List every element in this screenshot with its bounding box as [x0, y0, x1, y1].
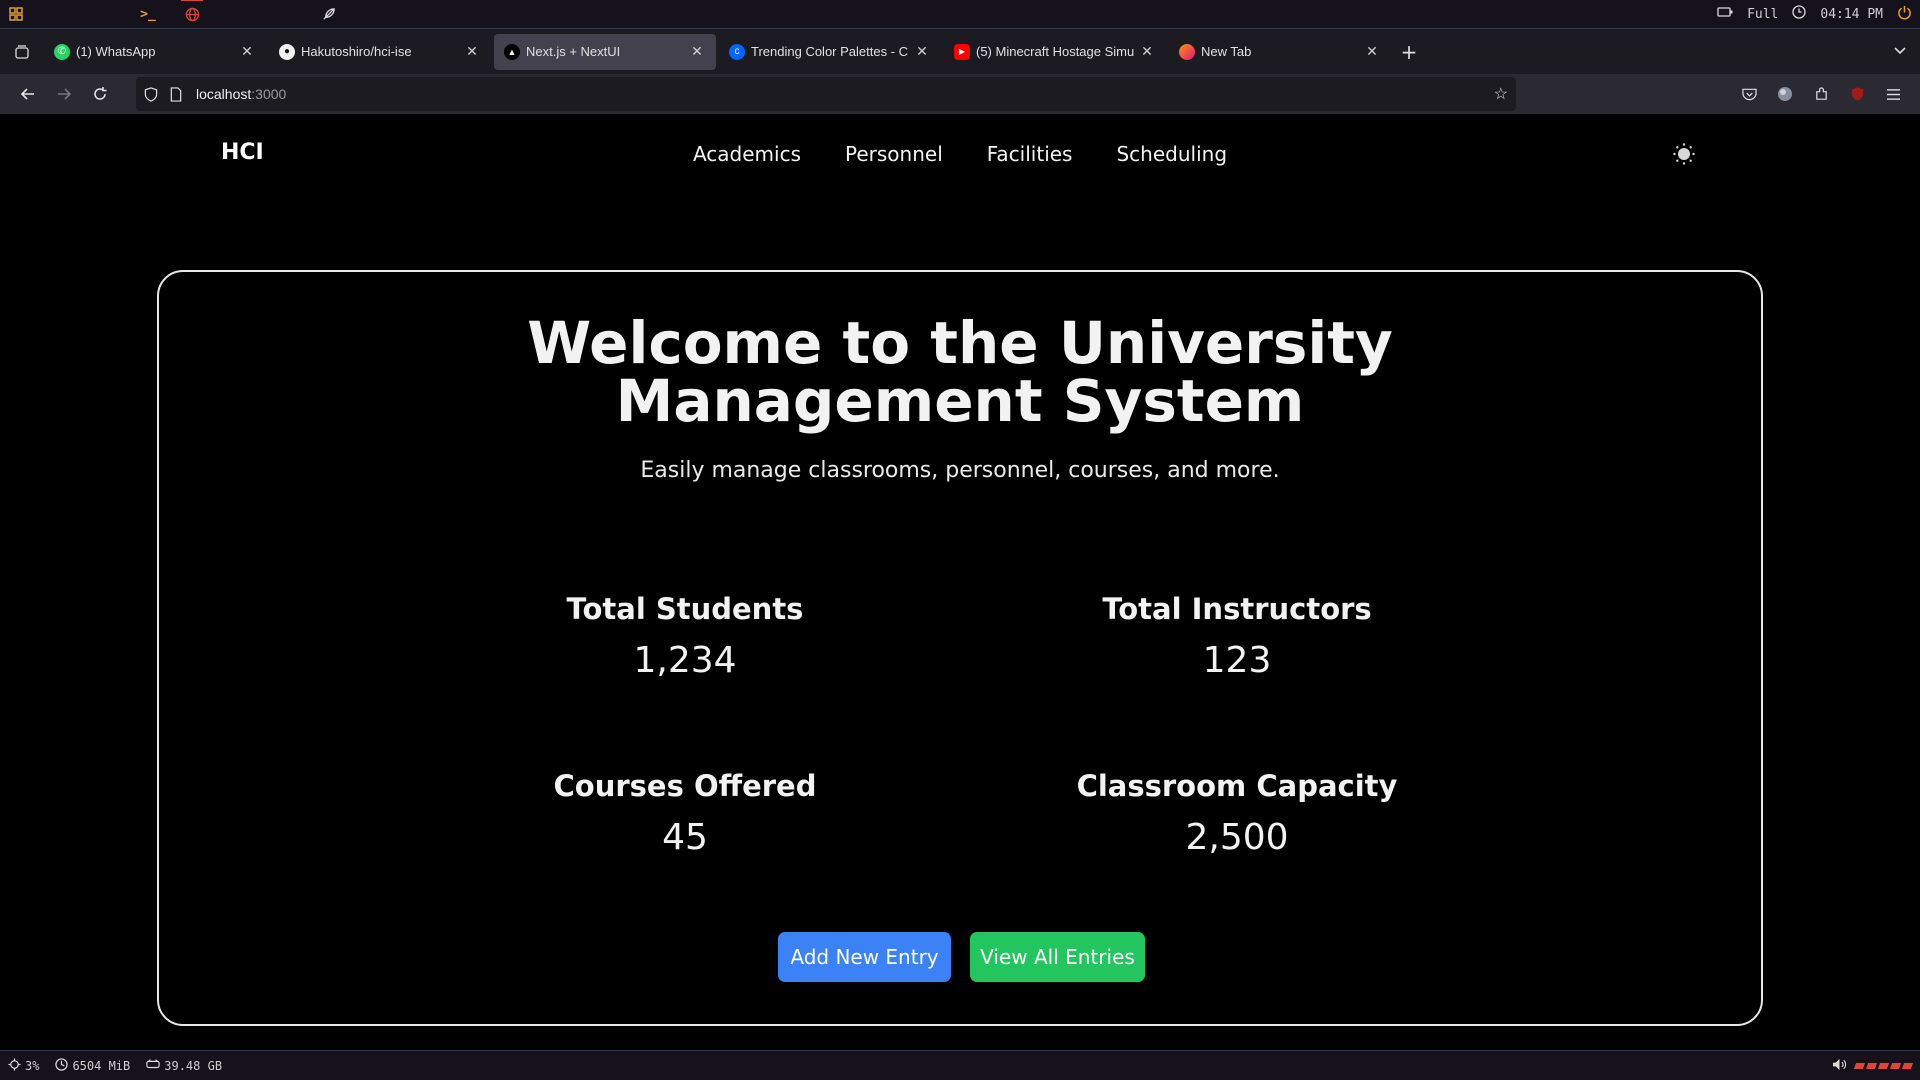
- chevron-down-icon[interactable]: [1880, 44, 1920, 60]
- title-line-1: Welcome to the University: [527, 309, 1393, 377]
- stat-value: 2,500: [1185, 817, 1289, 858]
- stat-label: Total Students: [566, 592, 804, 626]
- nav-link-academics[interactable]: Academics: [693, 142, 801, 166]
- stat-total-students: Total Students 1,234: [485, 592, 885, 681]
- bookmark-star-icon[interactable]: ☆: [1494, 84, 1508, 104]
- tab-new-tab[interactable]: New Tab ✕: [1169, 34, 1391, 70]
- close-icon[interactable]: ✕: [1363, 43, 1381, 60]
- page-title: Welcome to the University Management Sys…: [159, 314, 1761, 430]
- system-top-bar: >_ Full 04:14 PM: [0, 0, 1920, 28]
- view-all-entries-button[interactable]: View All Entries: [970, 932, 1145, 982]
- tab-nextui[interactable]: ▲ Next.js + NextUI ✕: [494, 33, 716, 70]
- coolors-icon: c: [729, 43, 745, 60]
- clock-icon: [1792, 5, 1807, 23]
- url-host: localhost: [196, 86, 252, 102]
- memory-icon: [55, 1057, 69, 1074]
- stat-total-instructors: Total Instructors 123: [1037, 592, 1437, 681]
- clock-time: 04:14 PM: [1820, 6, 1883, 22]
- close-icon[interactable]: ✕: [913, 43, 931, 60]
- menu-hamburger-icon[interactable]: [1882, 83, 1904, 105]
- add-new-entry-button[interactable]: Add New Entry: [778, 932, 951, 982]
- firefox-icon: [1179, 43, 1195, 60]
- new-tab-button[interactable]: +: [1394, 40, 1424, 64]
- stat-label: Courses Offered: [553, 769, 817, 803]
- tab-title: (5) Minecraft Hostage Simu: [976, 44, 1135, 59]
- power-icon[interactable]: [1897, 5, 1912, 24]
- browser-tab-strip: ✆ (1) WhatsApp ✕ ● Hakutoshiro/hci-ise ✕…: [0, 28, 1920, 74]
- cpu-usage: 3%: [25, 1058, 40, 1073]
- battery-icon: [1717, 6, 1733, 22]
- grid-apps-icon[interactable]: [8, 6, 24, 22]
- tab-github[interactable]: ● Hakutoshiro/hci-ise ✕: [269, 34, 491, 70]
- system-status-bar: 3% 6504 MiB 39.48 GB: [0, 1050, 1920, 1080]
- youtube-icon: ▶: [954, 43, 970, 60]
- site-navbar: HCI Academics Personnel Facilities Sched…: [0, 114, 1920, 194]
- terminal-icon[interactable]: >_: [140, 6, 156, 22]
- title-line-2: Management System: [615, 367, 1305, 435]
- close-icon[interactable]: ✕: [238, 43, 256, 60]
- tab-title: Trending Color Palettes - C: [751, 44, 909, 59]
- close-icon[interactable]: ✕: [463, 43, 481, 60]
- memory-usage: 6504 MiB: [72, 1058, 131, 1073]
- url-port: :3000: [251, 86, 287, 102]
- ublock-icon[interactable]: [1846, 83, 1868, 105]
- tab-title: Next.js + NextUI: [526, 44, 621, 59]
- stat-courses-offered: Courses Offered 45: [485, 769, 885, 858]
- tab-title: (1) WhatsApp: [76, 44, 156, 59]
- feather-icon[interactable]: [320, 6, 336, 22]
- tab-title: Hakutoshiro/hci-ise: [301, 44, 412, 59]
- nav-link-personnel[interactable]: Personnel: [845, 142, 943, 166]
- stat-classroom-capacity: Classroom Capacity 2,500: [1037, 769, 1437, 858]
- close-icon[interactable]: ✕: [688, 43, 706, 60]
- nav-link-scheduling[interactable]: Scheduling: [1116, 142, 1227, 166]
- address-bar[interactable]: localhost:3000 ☆: [136, 77, 1516, 111]
- cpu-icon: [8, 1057, 21, 1074]
- stat-value: 123: [1202, 640, 1272, 681]
- stat-label: Classroom Capacity: [1076, 769, 1398, 803]
- whatsapp-icon: ✆: [54, 43, 70, 60]
- page-subtitle: Easily manage classrooms, personnel, cou…: [640, 458, 1280, 483]
- github-icon: ●: [279, 43, 295, 60]
- globe-icon[interactable]: [181, 0, 203, 22]
- tab-coolors[interactable]: c Trending Color Palettes - C ✕: [719, 34, 941, 70]
- extensions-icon[interactable]: [1810, 83, 1832, 105]
- tab-list-icon[interactable]: [0, 29, 44, 75]
- forward-button[interactable]: [46, 78, 82, 110]
- disk-icon: [146, 1058, 160, 1073]
- tab-title: New Tab: [1201, 44, 1252, 59]
- sun-icon[interactable]: [1672, 142, 1696, 166]
- volume-icon[interactable]: [1832, 1058, 1847, 1074]
- site-menu: Academics Personnel Facilities Schedulin…: [0, 142, 1920, 166]
- stat-value: 1,234: [633, 640, 737, 681]
- reload-button[interactable]: [82, 78, 118, 110]
- volume-level-indicator[interactable]: [1853, 1062, 1914, 1069]
- nextui-icon: ▲: [504, 43, 520, 60]
- profile-avatar-icon[interactable]: [1774, 83, 1796, 105]
- tab-whatsapp[interactable]: ✆ (1) WhatsApp ✕: [44, 34, 266, 70]
- nav-link-facilities[interactable]: Facilities: [987, 142, 1073, 166]
- browser-nav-bar: localhost:3000 ☆: [0, 74, 1920, 114]
- page-icon[interactable]: [170, 86, 196, 102]
- stat-label: Total Instructors: [1102, 592, 1372, 626]
- shield-icon[interactable]: [144, 86, 166, 102]
- welcome-card: Welcome to the University Management Sys…: [157, 270, 1763, 1026]
- battery-status: Full: [1747, 6, 1779, 22]
- disk-usage: 39.48 GB: [164, 1058, 223, 1073]
- pocket-icon[interactable]: [1738, 83, 1760, 105]
- back-button[interactable]: [10, 78, 46, 110]
- tab-youtube[interactable]: ▶ (5) Minecraft Hostage Simu ✕: [944, 34, 1166, 70]
- stat-value: 45: [662, 817, 708, 858]
- close-icon[interactable]: ✕: [1138, 43, 1156, 60]
- web-page: HCI Academics Personnel Facilities Sched…: [0, 114, 1920, 1050]
